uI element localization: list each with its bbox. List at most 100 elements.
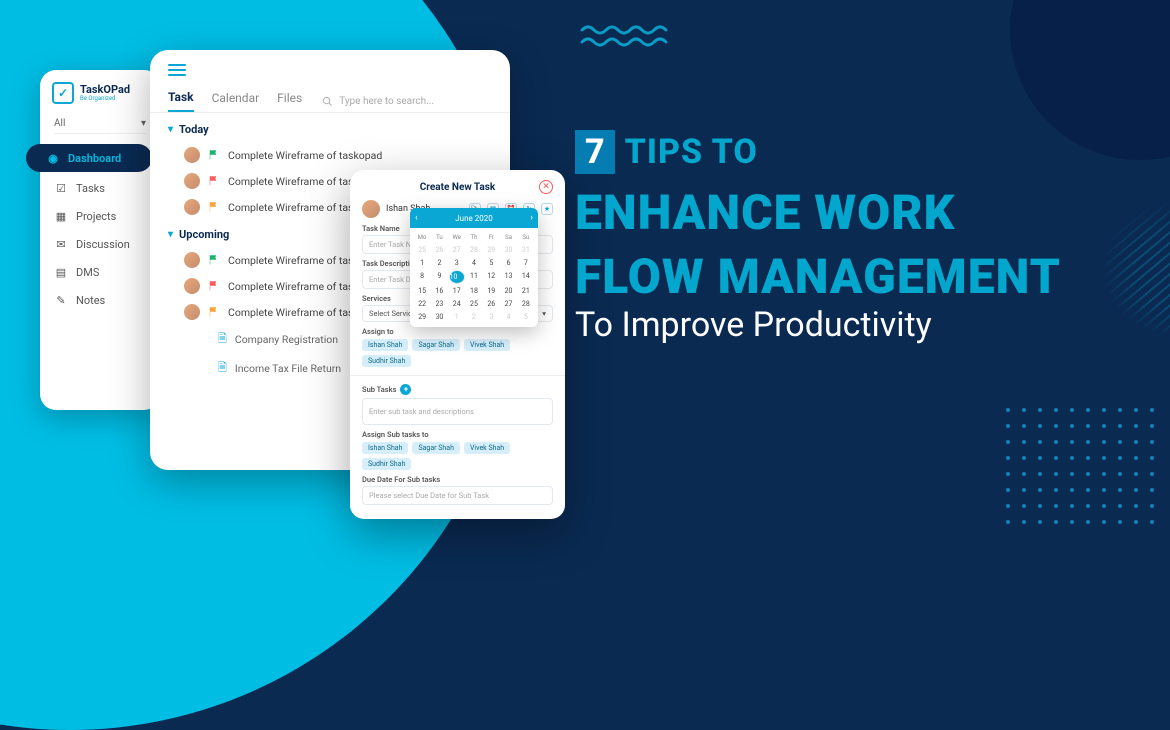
discussion-icon: ✉ [54, 237, 68, 251]
sidebar-item-tasks[interactable]: ☑ Tasks [40, 174, 160, 202]
calendar-day[interactable]: 24 [449, 298, 465, 310]
calendar-day[interactable]: 16 [431, 285, 447, 297]
close-button[interactable]: ✕ [539, 180, 553, 194]
calendar-day[interactable]: 10 [449, 270, 465, 284]
notes-icon: ✎ [54, 293, 68, 307]
calendar-day[interactable]: 23 [431, 298, 447, 310]
avatar [184, 304, 200, 320]
calendar-day-muted[interactable]: 1 [449, 311, 465, 323]
calendar-day[interactable]: 29 [414, 311, 430, 323]
calendar-day[interactable]: 26 [483, 298, 499, 310]
calendar-day[interactable]: 1 [414, 257, 430, 269]
calendar-day-muted[interactable]: 29 [483, 244, 499, 256]
next-month-button[interactable]: › [530, 213, 533, 223]
calendar-day-muted[interactable]: 30 [500, 244, 516, 256]
menu-toggle-icon[interactable] [168, 64, 186, 76]
calendar-day[interactable]: 21 [518, 285, 534, 297]
prev-month-button[interactable]: ‹ [415, 213, 418, 223]
assignee-chip[interactable]: Vivek Shah [464, 339, 510, 351]
assignee-chip[interactable]: Sudhir Shah [362, 458, 411, 470]
sidebar-item-notes[interactable]: ✎ Notes [40, 286, 160, 314]
assignee-chip[interactable]: Ishan Shah [362, 339, 408, 351]
assignee-chip[interactable]: Sudhir Shah [362, 355, 411, 367]
task-row[interactable]: Complete Wireframe of taskopad [168, 142, 492, 168]
calendar-day[interactable]: 22 [414, 298, 430, 310]
headline-line1: ENHANCE WORK [575, 188, 1061, 238]
tab-calendar[interactable]: Calendar [212, 91, 260, 111]
calendar-day[interactable]: 11 [466, 270, 482, 284]
flag-icon [208, 254, 220, 266]
calendar-day[interactable]: 7 [518, 257, 534, 269]
calendar-day[interactable]: 8 [414, 270, 430, 284]
calendar-day[interactable]: 25 [466, 298, 482, 310]
calendar-day-muted[interactable]: 27 [449, 244, 465, 256]
calendar-day-muted[interactable]: 31 [518, 244, 534, 256]
calendar-day[interactable]: 18 [466, 285, 482, 297]
input-due-sub[interactable]: Please select Due Date for Sub Task [362, 486, 553, 505]
calendar-day[interactable]: 19 [483, 285, 499, 297]
avatar [184, 199, 200, 215]
modal-title: Create New Task [376, 182, 539, 193]
calendar-day[interactable]: 14 [518, 270, 534, 284]
document-icon: 🗎 [218, 359, 227, 378]
tasks-icon: ☑ [54, 181, 68, 195]
chevron-down-icon: ▾ [542, 309, 546, 318]
search-placeholder: Type here to search... [339, 96, 434, 107]
create-task-modal: Create New Task ✕ Ishan Shah 📎 ▦ ⏰ ↻ ★ T… [350, 170, 565, 519]
calendar-day[interactable]: 2 [431, 257, 447, 269]
calendar-day[interactable]: 20 [500, 285, 516, 297]
calendar-day-muted[interactable]: 5 [518, 311, 534, 323]
calendar-month: June 2020 [455, 214, 492, 223]
calendar-day-muted[interactable]: 26 [431, 244, 447, 256]
workspace-select-label: All [54, 118, 65, 129]
calendar-day[interactable]: 17 [449, 285, 465, 297]
section-today-toggle[interactable]: ▾ Today [168, 123, 492, 136]
tab-divider [150, 112, 510, 113]
search-input[interactable]: Type here to search... [322, 96, 492, 107]
calendar-day[interactable]: 6 [500, 257, 516, 269]
calendar-day[interactable]: 27 [500, 298, 516, 310]
calendar-day[interactable]: 28 [518, 298, 534, 310]
calendar-day[interactable]: 13 [500, 270, 516, 284]
headline-sub: To Improve Productivity [575, 305, 1061, 345]
sidebar-item-projects[interactable]: ▦ Projects [40, 202, 160, 230]
assignee-chip[interactable]: Sagar Shah [412, 442, 460, 454]
avatar [184, 173, 200, 189]
calendar-day-muted[interactable]: 4 [500, 311, 516, 323]
workspace-select[interactable]: All ▾ [54, 118, 146, 134]
logo-name: TaskOPad [80, 84, 130, 95]
calendar-day[interactable]: 9 [431, 270, 447, 284]
assignee-chip[interactable]: Sagar Shah [412, 339, 460, 351]
calendar-day[interactable]: 12 [483, 270, 499, 284]
avatar [184, 252, 200, 268]
calendar-day[interactable]: 3 [449, 257, 465, 269]
calendar-day-muted[interactable]: 25 [414, 244, 430, 256]
dashboard-icon: ◉ [46, 151, 60, 165]
task-text: Complete Wireframe of taskopad [228, 149, 382, 162]
add-subtask-button[interactable]: + [400, 384, 411, 395]
calendar-day[interactable]: 4 [466, 257, 482, 269]
tag-icon[interactable]: ★ [541, 203, 553, 215]
tab-files[interactable]: Files [277, 91, 302, 111]
sidebar-item-discussion[interactable]: ✉ Discussion [40, 230, 160, 258]
calendar-day[interactable]: 5 [483, 257, 499, 269]
sidebar-item-label: Projects [76, 210, 116, 223]
calendar-dow: Fr [483, 232, 499, 243]
headline: 7 TIPS TO ENHANCE WORK FLOW MANAGEMENT T… [575, 130, 1061, 345]
calendar-day[interactable]: 15 [414, 285, 430, 297]
sidebar-item-dms[interactable]: ▤ DMS [40, 258, 160, 286]
calendar-day[interactable]: 30 [431, 311, 447, 323]
logo-tagline: Be Organized [80, 95, 130, 102]
sidebar-item-label: Notes [76, 294, 105, 307]
calendar-day-muted[interactable]: 2 [466, 311, 482, 323]
input-sub-task[interactable]: Enter sub task and descriptions [362, 398, 553, 425]
assignee-chip[interactable]: Ishan Shah [362, 442, 408, 454]
chevron-down-icon: ▾ [168, 124, 173, 135]
assignee-chip[interactable]: Vivek Shah [464, 442, 510, 454]
calendar-day-muted[interactable]: 28 [466, 244, 482, 256]
sidebar-item-dashboard[interactable]: ◉ Dashboard [26, 144, 152, 172]
calendar-dow: Th [466, 232, 482, 243]
calendar-day-muted[interactable]: 3 [483, 311, 499, 323]
tab-task[interactable]: Task [168, 90, 194, 112]
wave-icon [580, 24, 670, 52]
